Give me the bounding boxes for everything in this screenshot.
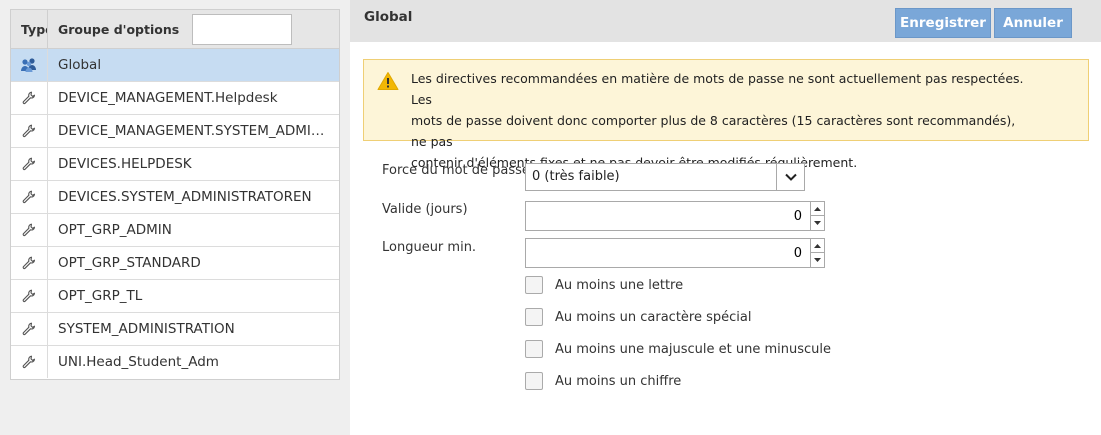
list-item[interactable]: DEVICES.SYSTEM_ADMINISTRATOREN	[11, 181, 339, 214]
wrench-icon	[11, 247, 48, 279]
min-length-input[interactable]	[526, 239, 810, 267]
list-item[interactable]: SYSTEM_ADMINISTRATION	[11, 313, 339, 346]
filter-input[interactable]	[192, 14, 292, 45]
min-length-label: Longueur min.	[382, 240, 477, 255]
list-item-label: DEVICE_MANAGEMENT.SYSTEM_ADMI…	[58, 123, 325, 139]
list-item-label: Global	[58, 57, 102, 73]
list-item[interactable]: UNI.Head_Student_Adm	[11, 346, 339, 379]
wrench-icon	[11, 313, 48, 345]
strength-select-value: 0 (très faible)	[532, 169, 620, 184]
wrench-icon	[11, 115, 48, 147]
checkbox-special-char[interactable]: Au moins un caractère spécial	[525, 308, 751, 326]
list-item[interactable]: OPT_GRP_TL	[11, 280, 339, 313]
list-item-label: DEVICES.SYSTEM_ADMINISTRATOREN	[58, 189, 312, 205]
option-group-grid: Type Groupe d'options Global DEV	[10, 9, 340, 380]
spin-down-icon[interactable]	[811, 253, 824, 267]
checkbox[interactable]	[525, 340, 543, 358]
checkbox-label: Au moins une majuscule et une minuscule	[555, 341, 831, 357]
spin-up-icon[interactable]	[811, 202, 824, 216]
option-group-panel: Type Groupe d'options Global DEV	[0, 0, 350, 435]
save-button[interactable]: Enregistrer	[895, 8, 991, 38]
checkbox-upper-lower[interactable]: Au moins une majuscule et une minuscule	[525, 340, 831, 358]
warning-line: mots de passe doivent donc comporter plu…	[411, 113, 1016, 149]
password-policy-panel: Global Enregistrer Annuler Les directive…	[350, 0, 1101, 435]
checkbox[interactable]	[525, 308, 543, 326]
chevron-down-icon[interactable]	[776, 164, 804, 190]
min-length-stepper	[525, 238, 825, 268]
wrench-icon	[11, 214, 48, 246]
list-item-label: OPT_GRP_ADMIN	[58, 222, 172, 238]
panel-header: Global Enregistrer Annuler	[350, 0, 1101, 42]
grid-header: Type Groupe d'options	[11, 10, 339, 49]
spinner	[810, 239, 824, 267]
column-header-name[interactable]: Groupe d'options	[58, 10, 179, 49]
wrench-icon	[11, 181, 48, 213]
list-item-label: UNI.Head_Student_Adm	[58, 354, 219, 370]
wrench-icon	[11, 82, 48, 114]
checkbox-label: Au moins un caractère spécial	[555, 309, 752, 325]
wrench-icon	[11, 346, 48, 378]
cancel-button[interactable]: Annuler	[994, 8, 1072, 38]
checkbox-label: Au moins un chiffre	[555, 373, 682, 389]
list-item[interactable]: DEVICES.HELPDESK	[11, 148, 339, 181]
users-group-icon	[11, 49, 48, 81]
column-header-type[interactable]: Type	[11, 10, 48, 49]
list-item-label: DEVICE_MANAGEMENT.Helpdesk	[58, 90, 278, 106]
spin-up-icon[interactable]	[811, 239, 824, 253]
wrench-icon	[11, 280, 48, 312]
list-item-label: OPT_GRP_TL	[58, 288, 143, 304]
warning-line: Les directives recommandées en matière d…	[411, 71, 1024, 107]
checkbox[interactable]	[525, 372, 543, 390]
page-title: Global	[364, 9, 413, 25]
checkbox-digit[interactable]: Au moins un chiffre	[525, 372, 681, 390]
wrench-icon	[11, 148, 48, 180]
spinner	[810, 202, 824, 230]
strength-label: Force du mot de passe	[382, 163, 530, 178]
list-item-label: OPT_GRP_STANDARD	[58, 255, 201, 271]
spin-down-icon[interactable]	[811, 216, 824, 230]
checkbox[interactable]	[525, 276, 543, 294]
list-item-label: SYSTEM_ADMINISTRATION	[58, 321, 235, 337]
list-item[interactable]: Global	[11, 49, 339, 82]
list-item[interactable]: DEVICE_MANAGEMENT.Helpdesk	[11, 82, 339, 115]
valid-days-input[interactable]	[526, 202, 810, 230]
warning-triangle-icon	[377, 71, 399, 91]
warning-banner: Les directives recommandées en matière d…	[363, 59, 1089, 170]
checkbox-letter[interactable]: Au moins une lettre	[525, 276, 683, 294]
warning-text: Les directives recommandées en matière d…	[411, 68, 1031, 173]
list-item[interactable]: OPT_GRP_ADMIN	[11, 214, 339, 247]
checkbox-label: Au moins une lettre	[555, 277, 684, 293]
valid-days-label: Valide (jours)	[382, 202, 468, 217]
valid-days-stepper	[525, 201, 825, 231]
list-item[interactable]: OPT_GRP_STANDARD	[11, 247, 339, 280]
strength-select[interactable]: 0 (très faible)	[525, 163, 805, 191]
list-item-label: DEVICES.HELPDESK	[58, 156, 192, 172]
list-item[interactable]: DEVICE_MANAGEMENT.SYSTEM_ADMI…	[11, 115, 339, 148]
